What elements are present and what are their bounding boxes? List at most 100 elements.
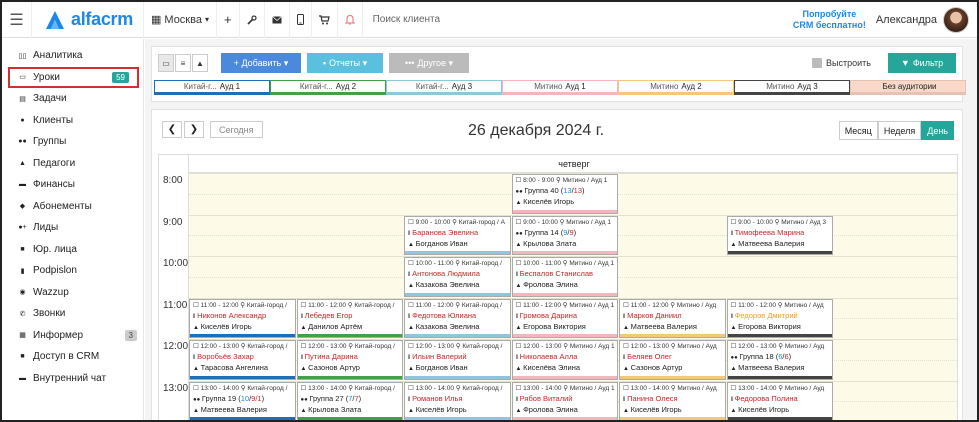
room-filter-0[interactable]: Китай-г... Ауд 1 xyxy=(154,80,270,95)
sidebar-item-13[interactable]: ▦ Информер 3 xyxy=(2,325,143,347)
cart-button[interactable] xyxy=(312,2,338,38)
sidebar-item-5[interactable]: ▲ Педагоги xyxy=(2,153,143,175)
add-button[interactable]: + Добавить ▾ xyxy=(221,53,301,73)
lesson-name[interactable]: Панина Олеся xyxy=(627,394,677,403)
lesson-name[interactable]: Ильин Валерий xyxy=(412,352,466,361)
lesson-name[interactable]: Лебедев Егор xyxy=(305,311,353,320)
lesson-name[interactable]: Романов Илья xyxy=(412,394,462,403)
lesson-card[interactable]: ☐ 10:00 - 11:00 ⚲ Митино / Ауд 1 ‖ Беспал… xyxy=(511,257,618,297)
lesson-card[interactable]: ☐ 11:00 - 12:00 ⚲ Китай-город / ‖ Лебедев… xyxy=(296,298,403,338)
lesson-name[interactable]: Рябов Виталий xyxy=(520,394,573,403)
lesson-card[interactable]: ☐ 12:00 - 13:00 ⚲ Китай-город / ‖ Путина … xyxy=(296,340,403,380)
checkbox-icon[interactable]: ☐ xyxy=(731,219,739,226)
checkbox-icon[interactable]: ☐ xyxy=(301,343,309,350)
plus-button[interactable]: + xyxy=(217,2,240,38)
lesson-card[interactable]: ☐ 12:00 - 13:00 ⚲ Китай-город / ‖ Ильин В… xyxy=(404,340,511,380)
checkbox-icon[interactable]: ☐ xyxy=(193,385,201,392)
promo-link[interactable]: Попробуйте CRM бесплатно! xyxy=(783,9,876,31)
checkbox-icon[interactable]: ☐ xyxy=(193,343,201,350)
lesson-card[interactable]: ☐ 12:00 - 13:00 ⚲ Митино / Ауд 1 ‖ Никола… xyxy=(511,340,618,380)
lesson-card[interactable]: ☐ 13:00 - 14:00 ⚲ Митино / Ауд ‖ Панина О… xyxy=(619,381,726,420)
checkbox-icon[interactable]: ☐ xyxy=(623,343,631,350)
logo[interactable]: alfacrm xyxy=(32,2,144,38)
sidebar-item-8[interactable]: ●+ Лиды xyxy=(2,217,143,239)
city-selector[interactable]: ▦ Москва ▾ xyxy=(144,2,217,38)
lesson-card[interactable]: ☐ 9:00 - 10:00 ⚲ Митино / Ауд 1 ●● Группа… xyxy=(511,215,618,255)
checkbox-icon[interactable]: ☐ xyxy=(731,385,739,392)
sidebar-item-0[interactable]: ▯▯ Аналитика xyxy=(2,45,143,67)
day-view-button[interactable]: День xyxy=(921,121,954,140)
lesson-name[interactable]: Марков Даниил xyxy=(627,311,681,320)
lesson-name[interactable]: Беляев Олег xyxy=(627,352,672,361)
checkbox-icon[interactable]: ☐ xyxy=(408,385,416,392)
room-filter-6[interactable]: Без аудитории xyxy=(850,80,966,95)
checkbox-icon[interactable]: ☐ xyxy=(408,219,416,226)
user-name[interactable]: Александра xyxy=(876,14,943,26)
lesson-card[interactable]: ☐ 11:00 - 12:00 ⚲ Митино / Ауд ‖ Марков Д… xyxy=(619,298,726,338)
lesson-card[interactable]: ☐ 9:00 - 10:00 ⚲ Митино / Ауд 3 ‖ Тимофее… xyxy=(726,215,833,255)
lesson-name[interactable]: Тимофеева Марина xyxy=(735,228,805,237)
lesson-card[interactable]: ☐ 13:00 - 14:00 ⚲ Китай-город / ●● Группа… xyxy=(296,381,403,420)
sidebar-item-11[interactable]: ◉ Wazzup xyxy=(2,282,143,304)
notifications-button[interactable] xyxy=(338,2,363,38)
sidebar-item-2[interactable]: ▤ Задачи xyxy=(2,88,143,110)
today-button[interactable]: Сегодня xyxy=(210,121,263,138)
next-button[interactable]: ❯ xyxy=(184,121,204,138)
lesson-card[interactable]: ☐ 12:00 - 13:00 ⚲ Митино / Ауд ●● Группа … xyxy=(726,340,833,380)
sidebar-item-4[interactable]: ●● Группы xyxy=(2,131,143,153)
lesson-card[interactable]: ☐ 9:00 - 10:00 ⚲ Китай-город / А ‖ Барано… xyxy=(404,215,511,255)
lesson-name[interactable]: Никонов Александр xyxy=(197,311,266,320)
checkbox-icon[interactable]: ☐ xyxy=(731,343,739,350)
lesson-name[interactable]: Воробьёв Захар xyxy=(197,352,254,361)
lesson-name[interactable]: Федоров Дмитрий xyxy=(735,311,798,320)
lesson-name[interactable]: Громова Дарина xyxy=(520,311,577,320)
lesson-name[interactable]: Антонова Людмила xyxy=(412,269,480,278)
checkbox-icon[interactable]: ☐ xyxy=(408,343,416,350)
sidebar-item-15[interactable]: ▬ Внутренний чат xyxy=(2,368,143,390)
sidebar-item-6[interactable]: ▬ Финансы xyxy=(2,174,143,196)
align-checkbox[interactable]: Выстроить xyxy=(812,53,871,73)
sidebar-item-1[interactable]: ▭ Уроки 59 xyxy=(8,66,139,88)
room-filter-3[interactable]: Митино Ауд 1 xyxy=(502,80,618,95)
lesson-name[interactable]: Федотова Юлиана xyxy=(412,311,476,320)
room-filter-5[interactable]: Митино Ауд 3 xyxy=(734,80,850,95)
lesson-card[interactable]: ☐ 11:00 - 12:00 ⚲ Митино / Ауд 1 ‖ Громов… xyxy=(511,298,618,338)
checkbox-icon[interactable]: ☐ xyxy=(516,385,524,392)
lesson-card[interactable]: ☐ 12:00 - 13:00 ⚲ Митино / Ауд ‖ Беляев О… xyxy=(619,340,726,380)
prev-button[interactable]: ❮ xyxy=(162,121,182,138)
checkbox-icon[interactable]: ☐ xyxy=(193,302,201,309)
list-view-button[interactable]: ≡ xyxy=(175,54,191,72)
reports-button[interactable]: ▪ Отчеты ▾ xyxy=(307,53,383,73)
lesson-name[interactable]: Федорова Полина xyxy=(735,394,798,403)
lesson-name[interactable]: Беспалов Станислав xyxy=(520,269,593,278)
checkbox-icon[interactable]: ☐ xyxy=(516,343,524,350)
lesson-card[interactable]: ☐ 11:00 - 12:00 ⚲ Митино / Ауд ‖ Федоров … xyxy=(726,298,833,338)
lesson-card[interactable]: ☐ 13:00 - 14:00 ⚲ Китай-город / ‖ Романов… xyxy=(404,381,511,420)
lesson-card[interactable]: ☐ 13:00 - 14:00 ⚲ Китай-город / ●● Группа… xyxy=(189,381,296,420)
checkbox-icon[interactable]: ☐ xyxy=(516,219,524,226)
checkbox-icon[interactable]: ☐ xyxy=(516,177,524,184)
sidebar-item-7[interactable]: ◆ Абонементы xyxy=(2,196,143,218)
lesson-card[interactable]: ☐ 11:00 - 12:00 ⚲ Китай-город / ‖ Никонов… xyxy=(189,298,296,338)
lesson-name[interactable]: Николаева Алла xyxy=(520,352,578,361)
lesson-name[interactable]: Путина Дарина xyxy=(305,352,358,361)
checkbox-icon[interactable]: ☐ xyxy=(623,385,631,392)
lesson-card[interactable]: ☐ 13:00 - 14:00 ⚲ Митино / Ауд 1 ‖ Рябов … xyxy=(511,381,618,420)
lesson-card[interactable]: ☐ 10:00 - 11:00 ⚲ Китай-город / ‖ Антонов… xyxy=(404,257,511,297)
lesson-card[interactable]: ☐ 12:00 - 13:00 ⚲ Китай-город / ‖ Воробьё… xyxy=(189,340,296,380)
mobile-button[interactable] xyxy=(290,2,312,38)
room-filter-1[interactable]: Китай-г... Ауд 2 xyxy=(270,80,386,95)
sidebar-item-14[interactable]: ■ Доступ в CRM xyxy=(2,346,143,368)
checkbox-icon[interactable]: ☐ xyxy=(516,260,524,267)
sidebar-item-9[interactable]: ■ Юр. лица xyxy=(2,239,143,261)
checkbox-icon[interactable]: ☐ xyxy=(301,385,309,392)
sidebar-item-10[interactable]: ▮ Podpislon xyxy=(2,260,143,282)
calendar-view-button[interactable]: ▭ xyxy=(158,54,174,72)
checkbox-icon[interactable]: ☐ xyxy=(623,302,631,309)
checkbox-icon[interactable]: ☐ xyxy=(731,302,739,309)
lesson-card[interactable]: ☐ 8:00 - 9:00 ⚲ Митино / Ауд 1 ●● Группа … xyxy=(511,174,618,214)
checkbox-icon[interactable]: ☐ xyxy=(301,302,309,309)
sidebar-item-12[interactable]: ✆ Звонки xyxy=(2,303,143,325)
lesson-card[interactable]: ☐ 13:00 - 14:00 ⚲ Митино / Ауд ‖ Федорова… xyxy=(726,381,833,420)
month-view-button[interactable]: Месяц xyxy=(838,121,878,140)
